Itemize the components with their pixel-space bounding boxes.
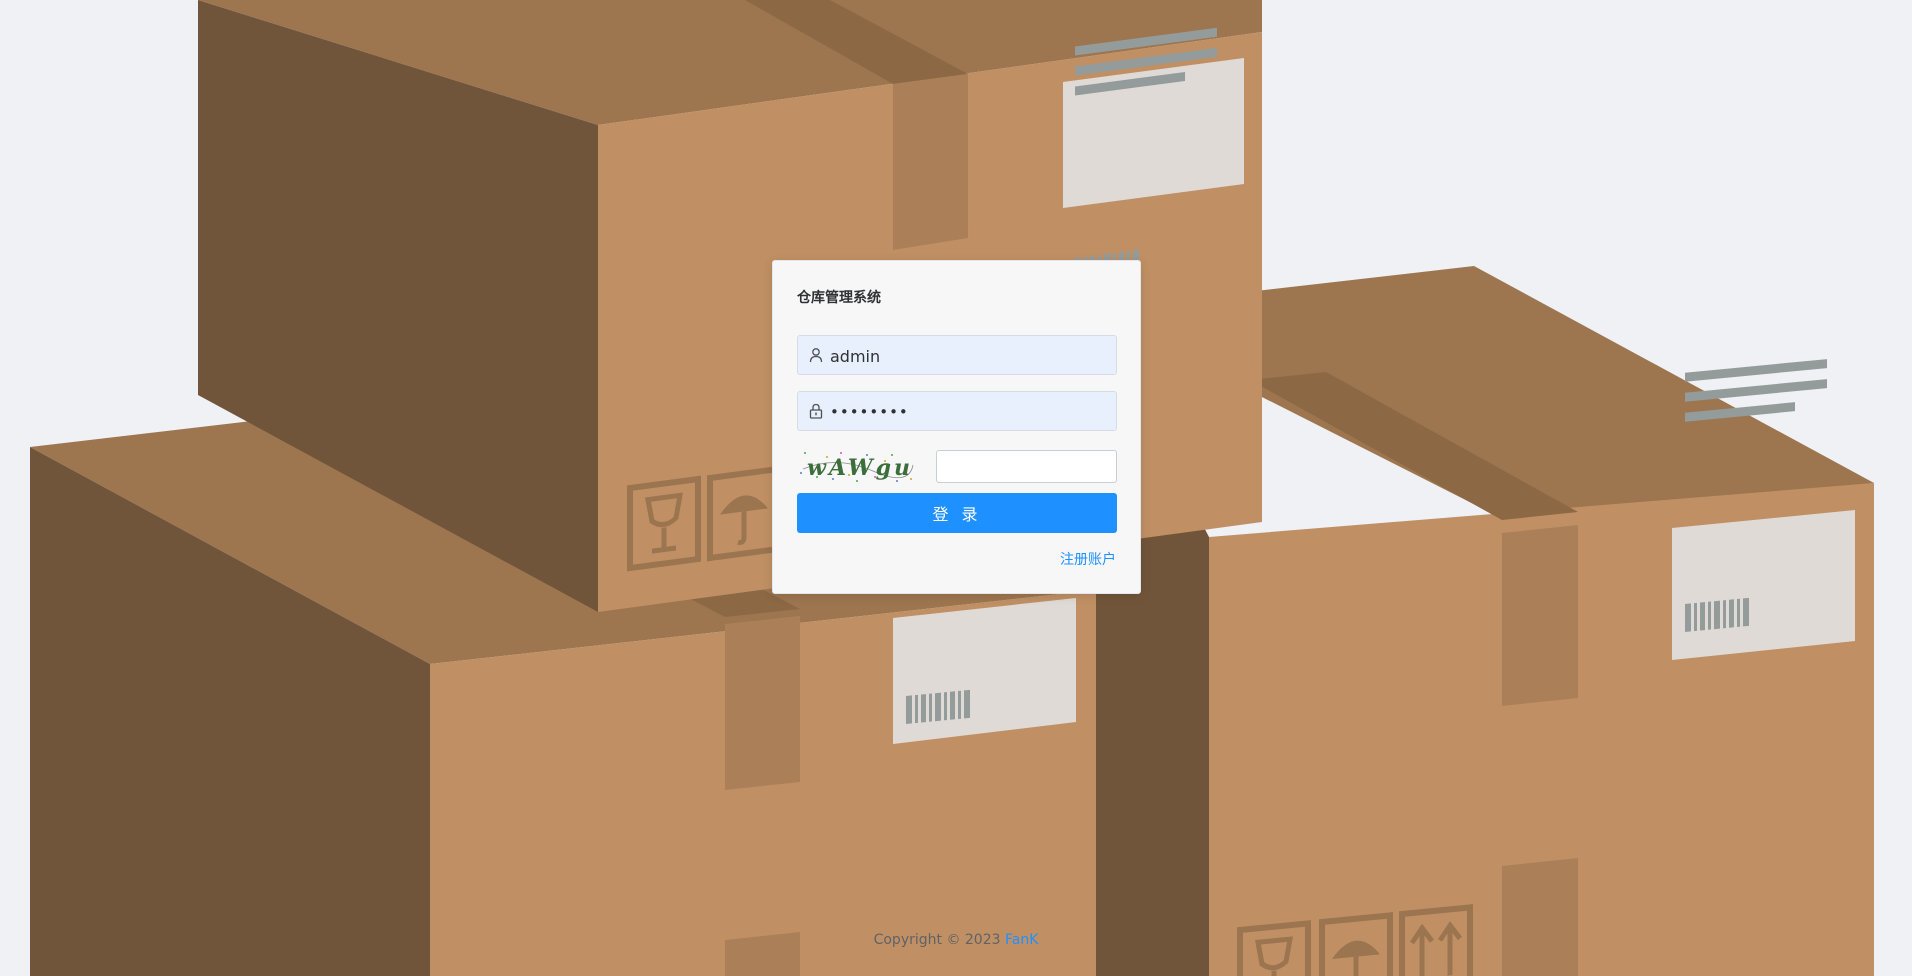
password-input[interactable] — [828, 392, 1112, 432]
footer: Copyright © 2023 FanK — [0, 932, 1912, 948]
username-input[interactable] — [828, 336, 1112, 376]
captcha-text: wAWgu — [807, 455, 913, 481]
footer-author-link[interactable]: FanK — [1005, 932, 1038, 948]
captcha-input[interactable] — [936, 450, 1117, 483]
login-card: 仓库管理系统 wAWgu 登 录 注册账户 — [772, 260, 1141, 594]
captcha-image[interactable]: wAWgu — [797, 447, 917, 485]
password-field[interactable] — [797, 391, 1117, 432]
login-button[interactable]: 登 录 — [797, 493, 1117, 533]
lock-icon — [809, 403, 823, 419]
register-link[interactable]: 注册账户 — [1060, 549, 1116, 569]
username-field[interactable] — [797, 335, 1117, 376]
user-icon — [809, 348, 823, 363]
copyright-text: Copyright © 2023 — [873, 932, 1001, 948]
login-title: 仓库管理系统 — [797, 290, 881, 306]
